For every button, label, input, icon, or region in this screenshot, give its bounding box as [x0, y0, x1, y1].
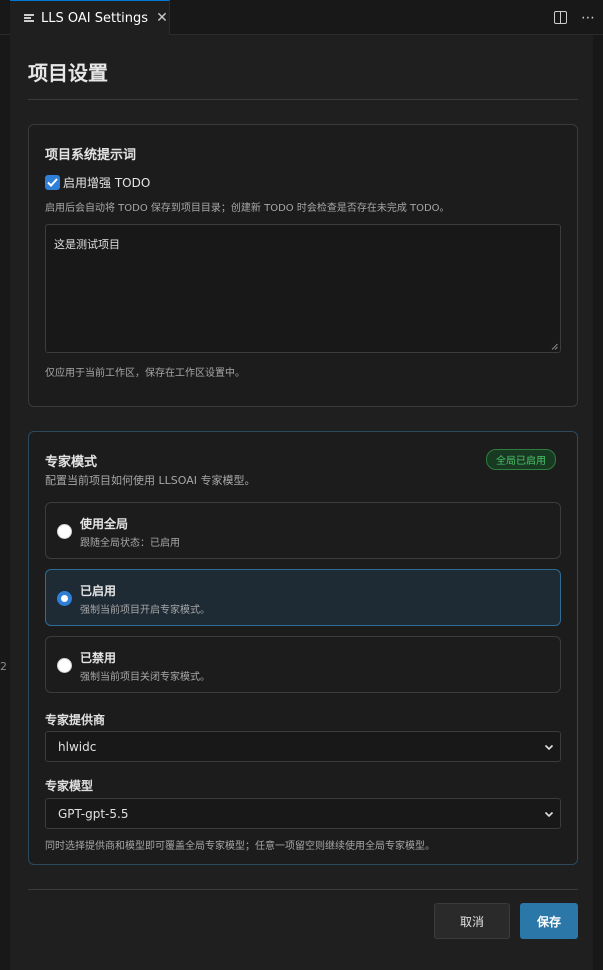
tab-lls-oai-settings[interactable]: LLS OAI Settings ✕ — [10, 0, 170, 35]
enabled-radio[interactable] — [57, 591, 72, 606]
more-actions-icon[interactable]: ⋯ — [581, 11, 595, 25]
disabled-radio[interactable] — [57, 658, 72, 673]
title-divider — [28, 99, 578, 100]
system-prompt-text: 这是测试项目 — [54, 238, 120, 251]
enhanced-todo-hint: 启用后会自动将 TODO 保存到项目目录；创建新 TODO 时会检查是否存在未完… — [45, 203, 450, 214]
chevron-down-icon — [544, 744, 554, 751]
gutter-line-number: 2 — [0, 660, 7, 673]
model-select[interactable]: GPT-gpt-5.5 — [45, 798, 561, 829]
option-title: 已禁用 — [80, 651, 117, 665]
model-label: 专家模型 — [45, 779, 94, 793]
enhanced-todo-checkbox[interactable] — [45, 175, 60, 190]
tab-title: LLS OAI Settings — [41, 10, 149, 26]
close-icon[interactable]: ✕ — [156, 10, 168, 26]
expert-model-hint: 同时选择提供商和模型即可覆盖全局专家模型；任意一项留空则继续使用全局专家模型。 — [45, 841, 435, 852]
system-prompt-title: 项目系统提示词 — [45, 148, 137, 163]
option-title: 已启用 — [80, 584, 117, 598]
global-status-badge: 全局已启用 — [486, 449, 556, 470]
resize-grip-icon[interactable] — [551, 343, 558, 350]
option-desc: 强制当前项目开启专家模式。 — [80, 605, 210, 616]
editor-actions: ⋯ — [554, 0, 595, 35]
expert-mode-subtitle: 配置当前项目如何使用 LLSOAI 专家模型。 — [45, 474, 256, 487]
expert-mode-card: 专家模式 配置当前项目如何使用 LLSOAI 专家模型。 全局已启用 使用全局 … — [28, 431, 578, 865]
option-desc: 强制当前项目关闭专家模式。 — [80, 672, 210, 683]
option-disabled[interactable]: 已禁用 强制当前项目关闭专家模式。 — [45, 636, 561, 693]
option-desc: 跟随全局状态：已启用 — [80, 538, 180, 549]
save-button[interactable]: 保存 — [520, 903, 578, 939]
footer-divider — [28, 889, 578, 890]
split-editor-icon[interactable] — [554, 11, 567, 24]
expert-mode-title: 专家模式 — [45, 455, 98, 470]
provider-label: 专家提供商 — [45, 713, 106, 727]
use-global-radio[interactable] — [57, 524, 72, 539]
page-title: 项目设置 — [28, 61, 108, 85]
workspace-scope-hint: 仅应用于当前工作区，保存在工作区设置中。 — [45, 368, 245, 379]
option-title: 使用全局 — [80, 517, 129, 531]
settings-list-icon — [24, 14, 34, 22]
provider-value: hlwidc — [58, 739, 97, 754]
cancel-button[interactable]: 取消 — [434, 903, 510, 939]
tab-bar: LLS OAI Settings ✕ ⋯ — [0, 0, 603, 35]
enhanced-todo-label: 启用增强 TODO — [63, 176, 151, 190]
system-prompt-card: 项目系统提示词 启用增强 TODO 启用后会自动将 TODO 保存到项目目录；创… — [28, 124, 578, 407]
system-prompt-textarea[interactable]: 这是测试项目 — [45, 224, 561, 353]
enhanced-todo-row[interactable]: 启用增强 TODO — [45, 174, 150, 191]
model-value: GPT-gpt-5.5 — [58, 806, 129, 821]
option-enabled[interactable]: 已启用 强制当前项目开启专家模式。 — [45, 569, 561, 626]
chevron-down-icon — [544, 811, 554, 818]
option-use-global[interactable]: 使用全局 跟随全局状态：已启用 — [45, 502, 561, 559]
provider-select[interactable]: hlwidc — [45, 731, 561, 762]
